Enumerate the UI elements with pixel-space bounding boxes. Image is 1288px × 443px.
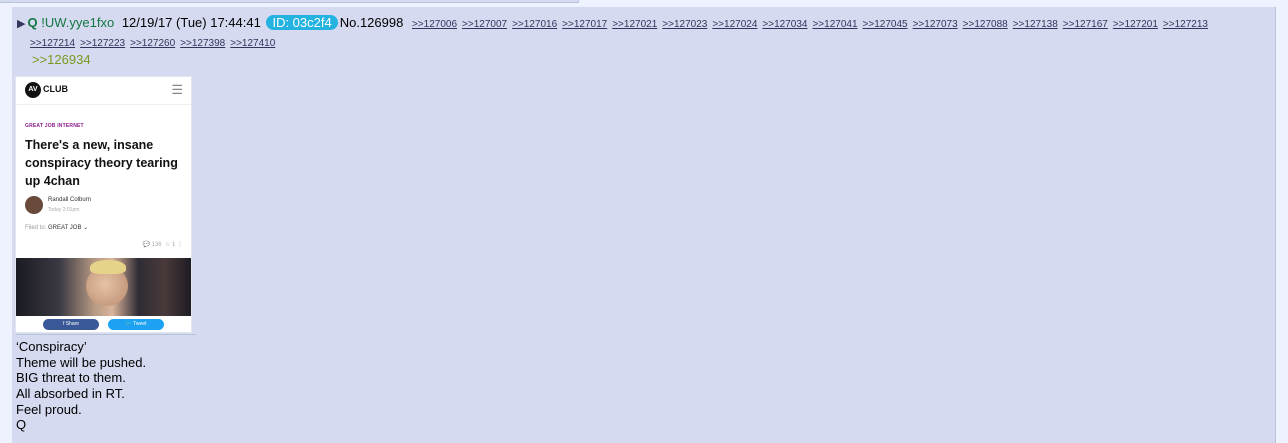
filed-value: GREAT JOB ⌄	[48, 225, 89, 231]
article-tag: GREAT JOB INTERNET	[25, 123, 84, 129]
backlink[interactable]: >>127223	[80, 38, 125, 49]
hamburger-menu-icon: ☰	[171, 82, 183, 97]
previous-post-edge	[0, 0, 579, 3]
reply-post: ▶ Q !UW.yye1fxo 12/19/17 (Tue) 17:44:41 I…	[12, 7, 1276, 443]
star-count: ☆ 1	[164, 242, 176, 248]
av-club-brand: CLUB	[43, 84, 68, 94]
backlink[interactable]: >>127088	[963, 19, 1008, 30]
post-menu-arrow-icon[interactable]: ▶	[17, 18, 25, 30]
comment-count: 💬 136	[142, 242, 162, 248]
post-number[interactable]: No.126998	[340, 15, 404, 30]
backlink[interactable]: >>127016	[512, 19, 557, 30]
backlink[interactable]: >>127017	[562, 19, 607, 30]
backlink[interactable]: >>127021	[612, 19, 657, 30]
message-line: Q	[16, 417, 27, 433]
backlink[interactable]: >>127138	[1013, 19, 1058, 30]
backlink[interactable]: >>127410	[230, 38, 275, 49]
post-header: ▶ Q !UW.yye1fxo 12/19/17 (Tue) 17:44:41 I…	[17, 14, 1267, 52]
facebook-share-button: f Share	[43, 319, 99, 330]
backlink[interactable]: >>127167	[1063, 19, 1108, 30]
photo-hair	[90, 260, 126, 274]
backlink[interactable]: >>127007	[462, 19, 507, 30]
filed-label: Filed to:	[25, 225, 47, 231]
quote-link[interactable]: >>126934	[32, 52, 91, 67]
poster-name: Q	[27, 15, 38, 30]
backlink[interactable]: >>127045	[863, 19, 908, 30]
message-line: BIG threat to them.	[16, 370, 126, 386]
backlink[interactable]: >>127034	[762, 19, 807, 30]
attachment-thumbnail[interactable]: AV CLUB ☰ GREAT JOB INTERNET There's a n…	[16, 77, 191, 332]
poster-id-badge[interactable]: ID: 03c2f4	[266, 15, 338, 30]
message-line: Feel proud.	[16, 401, 82, 417]
message-line: ‘Conspiracy’	[16, 339, 87, 354]
article-counts: 💬 136 ☆ 1 ⋮	[142, 242, 183, 248]
backlink[interactable]: >>127398	[180, 38, 225, 49]
message-line: All absorbed in RT.	[16, 386, 125, 402]
article-headline: There's a new, insane conspiracy theory …	[25, 138, 178, 188]
article-time: Today 2:01pm	[48, 207, 80, 213]
thumbnail-divider	[16, 334, 196, 335]
backlink[interactable]: >>127023	[662, 19, 707, 30]
post-datetime: 12/19/17 (Tue) 17:44:41	[121, 15, 261, 30]
post-message: ‘Conspiracy’ Theme will be pushed. BIG t…	[16, 339, 146, 433]
backlink[interactable]: >>127214	[30, 38, 75, 49]
message-line: Theme will be pushed.	[16, 354, 147, 370]
article-photo	[16, 258, 191, 316]
avatar	[25, 196, 43, 214]
tweet-button: 🐦 Tweet	[108, 319, 164, 330]
av-logo: AV	[25, 82, 41, 98]
backlink[interactable]: >>127201	[1113, 19, 1158, 30]
author-name: Randall Colburn	[48, 197, 92, 203]
av-club-header: AV CLUB ☰	[16, 77, 191, 105]
backlink[interactable]: >>127073	[913, 19, 958, 30]
backlink[interactable]: >>127006	[412, 19, 457, 30]
backlink[interactable]: >>127260	[130, 38, 175, 49]
backlink[interactable]: >>127213	[1163, 19, 1208, 30]
tripcode: !UW.yye1fxo	[41, 15, 115, 30]
backlink[interactable]: >>127024	[712, 19, 757, 30]
filed-to: Filed to: GREAT JOB ⌄	[25, 224, 88, 231]
backlink[interactable]: >>127041	[812, 19, 857, 30]
